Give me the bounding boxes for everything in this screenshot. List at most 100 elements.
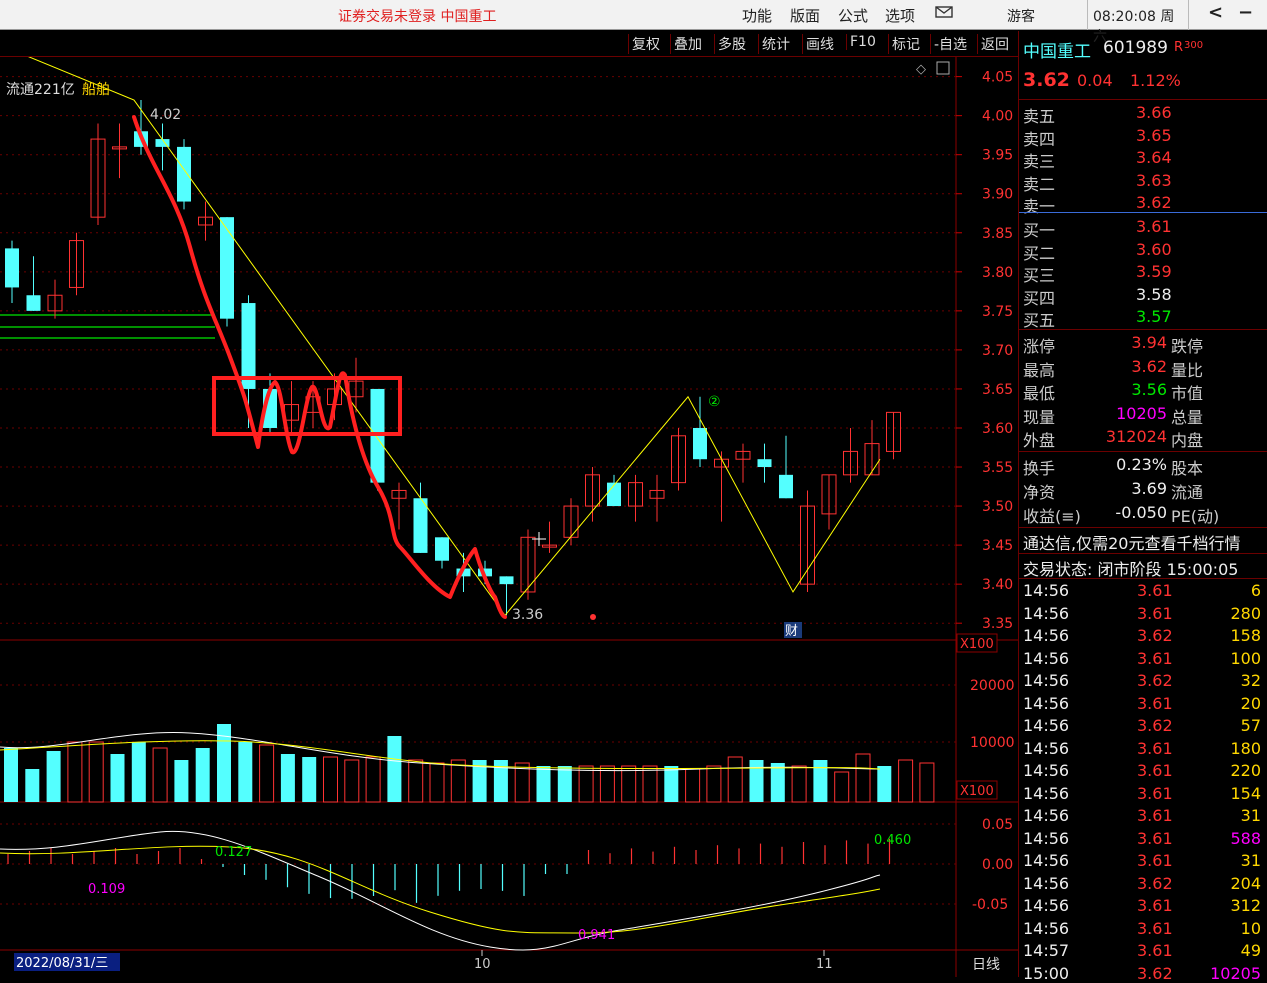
tick-volume: 10 (1240, 918, 1261, 938)
tick-price: 3.61 (1137, 738, 1173, 758)
stat-value: 3.56 (1131, 380, 1167, 399)
volume-bar-up (898, 759, 914, 803)
tick-price: 3.62 (1137, 873, 1173, 893)
signal-dot (590, 614, 596, 620)
tick-volume: 100 (1230, 648, 1261, 668)
tb-statistics[interactable]: 统计 (758, 34, 793, 54)
month-label-10: 10 (474, 957, 491, 972)
volume-bar-up (450, 759, 466, 803)
menu-function[interactable]: 功能 (742, 5, 772, 26)
tick-time: 14:56 (1023, 626, 1070, 645)
volume-bar-down (238, 742, 253, 802)
stock-code: 601989 (1103, 38, 1168, 58)
tick-time: 14:56 (1023, 581, 1070, 600)
volume-bar-down (664, 766, 679, 802)
tick-volume: 220 (1230, 761, 1261, 780)
tb-f10[interactable]: F10 (846, 34, 879, 50)
promo-banner[interactable]: 通达信,仅需20元查看千档行情 (1023, 530, 1240, 554)
tick-price: 3.61 (1137, 941, 1173, 960)
low-price-label: 3.36 (512, 607, 543, 623)
price-axis-label: 3.95 (982, 148, 1013, 164)
bid-label: 买三 (1023, 266, 1056, 285)
macd-label-last: 0.460 (874, 833, 911, 848)
tick-price: 3.61 (1137, 896, 1173, 915)
volume-bar-down (46, 751, 61, 802)
trade-status: 交易状态: 闭市阶段 15:00:05 (1023, 560, 1239, 579)
stat-right-label: 内盘 (1171, 431, 1204, 450)
tick-price: 3.62 (1137, 671, 1173, 690)
volume-bar-up (578, 765, 594, 803)
volume-axis-label: 20000 (970, 678, 1015, 694)
price-axis-label: 4.05 (982, 70, 1013, 86)
price-axis-label: 3.90 (982, 187, 1013, 203)
candle-body-down (177, 146, 191, 202)
candle-body-down (413, 498, 428, 553)
menu-layout[interactable]: 版面 (790, 5, 820, 26)
stat2-value: 3.69 (1131, 479, 1167, 498)
back-icon[interactable]: < (1208, 2, 1223, 23)
kline-chart[interactable]: 流通221亿 船舶 4.02 3.36 ② 财 ◇ X100 X100 0.12… (0, 57, 1018, 977)
panel-toggle-icon[interactable] (936, 61, 950, 75)
tb-mark[interactable]: 标记 (888, 34, 923, 54)
last-price: 3.62 (1023, 69, 1070, 91)
volume-bar-up (429, 762, 445, 803)
price-axis-label: 3.80 (982, 265, 1013, 281)
macd-scale-tag: X100 (960, 784, 994, 799)
volume-bar-down (877, 766, 892, 802)
vol-scale-tag: X100 (960, 637, 994, 652)
user-guest[interactable]: 游客 (1007, 6, 1035, 26)
tb-multi-stock[interactable]: 多股 (714, 34, 749, 54)
macd-dea-line (0, 845, 881, 934)
tick-volume: 180 (1230, 738, 1261, 758)
volume-bar-down (195, 748, 210, 802)
tick-volume: 280 (1230, 603, 1261, 623)
volume-bar-down (813, 760, 828, 802)
menu-formula[interactable]: 公式 (838, 5, 868, 26)
tick-time: 14:56 (1023, 806, 1070, 825)
stat-label: 最低 (1023, 384, 1056, 403)
ask-label: 卖二 (1023, 174, 1056, 194)
candle-body-down (693, 427, 707, 460)
mail-icon[interactable] (935, 4, 953, 24)
login-notice[interactable]: 证券交易未登录 中国重工 (338, 6, 496, 26)
macd-axis-label: -0.05 (972, 897, 1008, 913)
volume-bar-down (770, 763, 785, 802)
candle-body-down (757, 459, 772, 468)
candle-body-down (220, 217, 234, 319)
stat-label: 外盘 (1023, 431, 1056, 450)
stat-value: 312024 (1105, 427, 1167, 446)
volume-bar-up (834, 771, 850, 803)
volume-bar-up (642, 765, 658, 803)
tb-overlay[interactable]: 叠加 (670, 34, 705, 54)
price-change-pct: 1.12% (1130, 71, 1181, 90)
tb-draw-line[interactable]: 画线 (802, 34, 837, 54)
tick-price: 3.62 (1137, 963, 1173, 983)
volume-bar-down (557, 766, 572, 802)
tb-restore-rights[interactable]: 复权 (628, 34, 663, 54)
tick-volume: 158 (1230, 626, 1261, 645)
minimize-button[interactable]: − (1238, 2, 1253, 23)
price-axis-label: 3.75 (982, 304, 1013, 320)
financial-badge[interactable]: 财 (785, 624, 798, 639)
tick-price: 3.61 (1137, 603, 1173, 623)
menu-options[interactable]: 选项 (885, 5, 915, 26)
volume-bar-up (344, 759, 360, 803)
ask-price: 3.65 (1136, 125, 1172, 145)
tick-time: 14:56 (1023, 896, 1070, 915)
tick-price: 3.61 (1137, 783, 1173, 803)
chart-area[interactable]: 流通221亿 船舶 4.02 3.36 ② 财 ◇ X100 X100 0.12… (0, 57, 1018, 977)
stock-name[interactable]: 中国重工 (1023, 37, 1091, 62)
ask-label: 卖三 (1023, 152, 1056, 171)
volume-bar-down (131, 742, 146, 802)
ask-label: 卖五 (1023, 107, 1056, 126)
sector-label[interactable]: 船舶 (82, 82, 110, 98)
tick-time: 14:56 (1023, 828, 1070, 848)
tb-watchlist[interactable]: -自选 (930, 34, 970, 54)
volume-bar-up (919, 762, 935, 803)
tb-back[interactable]: 返回 (977, 34, 1012, 54)
stat-right-label: 跌停 (1171, 337, 1204, 356)
volume-axis-label: 10000 (970, 735, 1015, 751)
diamond-icon[interactable]: ◇ (916, 62, 926, 77)
period-daily-button[interactable]: 日线 (972, 957, 1000, 973)
tick-time: 14:56 (1023, 716, 1070, 735)
